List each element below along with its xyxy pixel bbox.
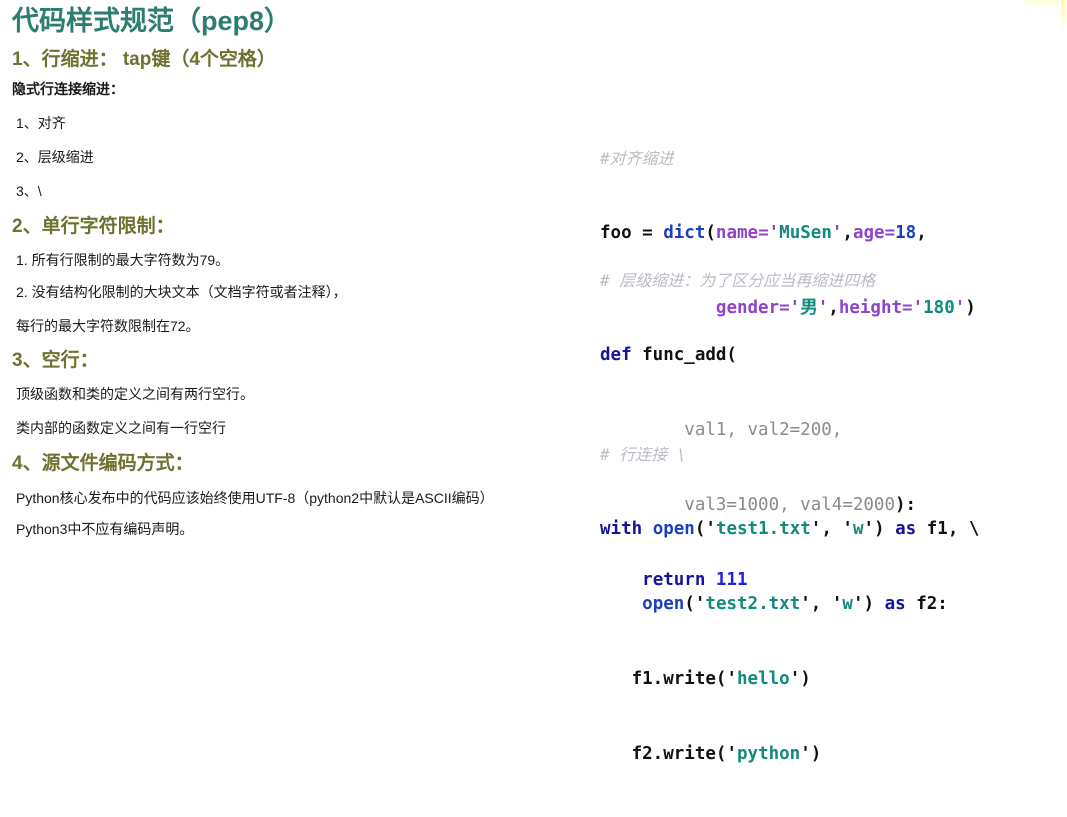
code-token-quote: ' xyxy=(726,669,737,689)
code-token-paren-open: ( xyxy=(715,744,727,764)
code-token-quote: ' xyxy=(726,744,737,764)
code-token-indent xyxy=(600,744,632,764)
code-token-string-file1: test1.txt xyxy=(715,519,811,539)
code-token-paren-close: ) xyxy=(874,519,885,539)
code-block-line-continuation: # 行连接 \ with open('test1.txt', 'w') as f… xyxy=(600,392,1067,817)
section-1-subheading: 隐式行连接缩进： xyxy=(12,81,124,97)
slide-canvas: 代码样式规范（pep8） 1、行缩进： tap键（4个空格） 隐式行连接缩进： … xyxy=(0,0,1067,764)
section-heading-1: 1、行缩进： tap键（4个空格） xyxy=(12,49,276,70)
code-token-paren-open: ( xyxy=(715,669,727,689)
code-token-paren-open: ( xyxy=(694,519,706,539)
code-comment: #对齐缩进 xyxy=(600,149,674,168)
code-comment: # 层级缩进：为了区分应当再缩进四格 xyxy=(600,271,876,290)
code-token-f2-write: f2.write xyxy=(631,744,716,764)
section-heading-4: 4、源文件编码方式： xyxy=(12,453,194,474)
code-token-with: with xyxy=(600,519,643,539)
section-heading-3: 3、空行： xyxy=(12,350,99,371)
code-token-f1-write: f1.write xyxy=(631,669,716,689)
code-token-as: as xyxy=(884,594,906,614)
list-item: Python3中不应有编码声明。 xyxy=(16,521,194,537)
list-item: Python核心发布中的代码应该始终使用UTF-8（python2中默认是ASC… xyxy=(16,490,494,506)
code-token-quote: ' xyxy=(863,519,875,539)
list-item: 1、对齐 xyxy=(16,115,66,131)
list-item: 顶级函数和类的定义之间有两行空行。 xyxy=(16,386,254,402)
code-token-paren-close: ) xyxy=(810,744,822,764)
code-token-f2: f2: xyxy=(905,594,948,614)
highlight-artifact-bar xyxy=(1061,0,1065,34)
list-item: 1. 所有行限制的最大字符数为79。 xyxy=(16,252,230,268)
list-item: 每行的最大字符数限制在72。 xyxy=(16,318,200,334)
code-token-backslash: \ xyxy=(968,519,980,539)
code-token-paren-close: ) xyxy=(863,594,875,614)
code-token-string-mode: w xyxy=(852,519,864,539)
code-line-write1: f1.write('hello') xyxy=(600,667,1067,692)
code-token-quote: ' xyxy=(810,519,822,539)
list-item: 3、\ xyxy=(16,183,42,199)
code-token-indent xyxy=(600,594,642,614)
code-token-comma: , xyxy=(821,519,843,539)
code-token-string-python: python xyxy=(737,744,801,764)
code-line: def func_add( xyxy=(600,343,1067,368)
code-token-quote: ' xyxy=(800,744,811,764)
code-token-open: open xyxy=(652,519,695,539)
code-token-quote: ' xyxy=(831,594,843,614)
list-item: 2. 没有结构化限制的大块文本（文档字符或者注释）， xyxy=(16,284,347,300)
highlight-artifact xyxy=(1025,0,1059,8)
code-token-paren-open: ( xyxy=(684,594,695,614)
code-token-indent xyxy=(600,669,632,689)
code-token-quote: ' xyxy=(852,594,864,614)
code-comment: # 行连接 \ xyxy=(600,445,687,464)
code-token-def: def xyxy=(600,345,632,365)
code-token-quote: ' xyxy=(800,594,811,614)
code-token-paren-close: ) xyxy=(800,669,811,689)
list-item: 2、层级缩进 xyxy=(16,149,94,165)
code-token-quote: ' xyxy=(705,519,716,539)
code-token-open: open xyxy=(642,594,685,614)
code-token-quote: ' xyxy=(789,669,801,689)
code-token-as: as xyxy=(895,519,917,539)
code-token-comma: , xyxy=(810,594,832,614)
code-token-quote: ' xyxy=(694,594,706,614)
code-token-string-file2: test2.txt xyxy=(705,594,801,614)
code-token-function-name: func_add( xyxy=(631,345,737,365)
code-line-with: with open('test1.txt', 'w') as f1, \ xyxy=(600,517,1067,542)
list-item: 类内部的函数定义之间有一行空行 xyxy=(16,420,226,436)
section-heading-2: 2、单行字符限制： xyxy=(12,216,175,237)
page-title: 代码样式规范（pep8） xyxy=(12,6,292,36)
code-token-string-mode: w xyxy=(842,594,853,614)
code-token-f1: f1, xyxy=(916,519,969,539)
code-line-write2: f2.write('python') xyxy=(600,742,1067,767)
code-token-quote: ' xyxy=(842,519,853,539)
code-token-string-hello: hello xyxy=(737,669,790,689)
code-line-open2: open('test2.txt', 'w') as f2: xyxy=(600,592,1067,617)
